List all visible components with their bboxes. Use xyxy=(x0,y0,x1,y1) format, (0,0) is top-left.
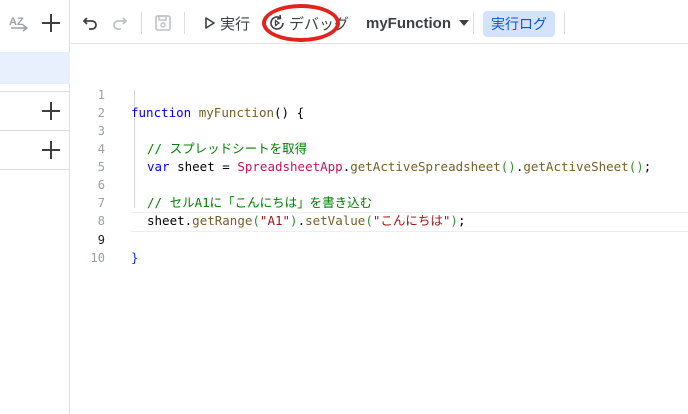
run-label: 実行 xyxy=(220,15,251,33)
code-line: 1 function myFunction() { xyxy=(71,68,688,120)
highlight-circle-annotation xyxy=(262,4,340,42)
function-select[interactable]: myFunction xyxy=(366,12,471,34)
toolbar-separator xyxy=(473,12,474,34)
toolbar-separator xyxy=(141,12,142,34)
editor-toolbar: 実行 デバッグ myFunction 実行ログ xyxy=(71,0,688,44)
code-line: 2 xyxy=(71,86,688,120)
chevron-down-icon xyxy=(459,20,469,26)
execution-log-button[interactable]: 実行ログ xyxy=(483,11,555,37)
run-button[interactable]: 実行 xyxy=(204,12,250,34)
save-icon[interactable] xyxy=(153,13,173,33)
code-line: 10 xyxy=(71,231,688,265)
code-line: 9 } xyxy=(71,213,688,265)
add-library-icon[interactable] xyxy=(41,101,61,121)
toolbar-separator xyxy=(184,12,185,34)
code-line: 4 var sheet = SpreadsheetApp.getActiveSp… xyxy=(71,122,688,174)
divider xyxy=(0,91,70,92)
code-editor[interactable]: 1 function myFunction() { 2 3 // スプレッドシー… xyxy=(71,45,688,414)
code-line: 6 // セルA1に「こんにちは」を書き込む xyxy=(71,158,688,210)
add-service-icon[interactable] xyxy=(41,140,61,160)
code-line: 7 sheet.getRange("A1").setValue("こんにちは")… xyxy=(71,176,688,228)
code-line: 5 xyxy=(71,140,688,174)
sort-az-icon[interactable]: AZ xyxy=(8,12,30,34)
line-number: 10 xyxy=(90,251,105,265)
svg-text:AZ: AZ xyxy=(9,16,24,28)
divider xyxy=(0,169,70,170)
code-line: 3 // スプレッドシートを取得 xyxy=(71,104,688,156)
toolbar-separator xyxy=(564,12,565,34)
selected-file-item[interactable] xyxy=(0,52,70,84)
divider xyxy=(0,130,70,131)
redo-icon[interactable] xyxy=(109,13,129,33)
file-panel: AZ xyxy=(0,0,70,414)
undo-icon[interactable] xyxy=(81,13,101,33)
code-line: 8 xyxy=(71,194,688,228)
file-panel-header: AZ xyxy=(0,0,70,44)
function-select-value: myFunction xyxy=(366,14,451,32)
play-icon xyxy=(205,17,215,29)
add-file-icon[interactable] xyxy=(41,13,61,33)
